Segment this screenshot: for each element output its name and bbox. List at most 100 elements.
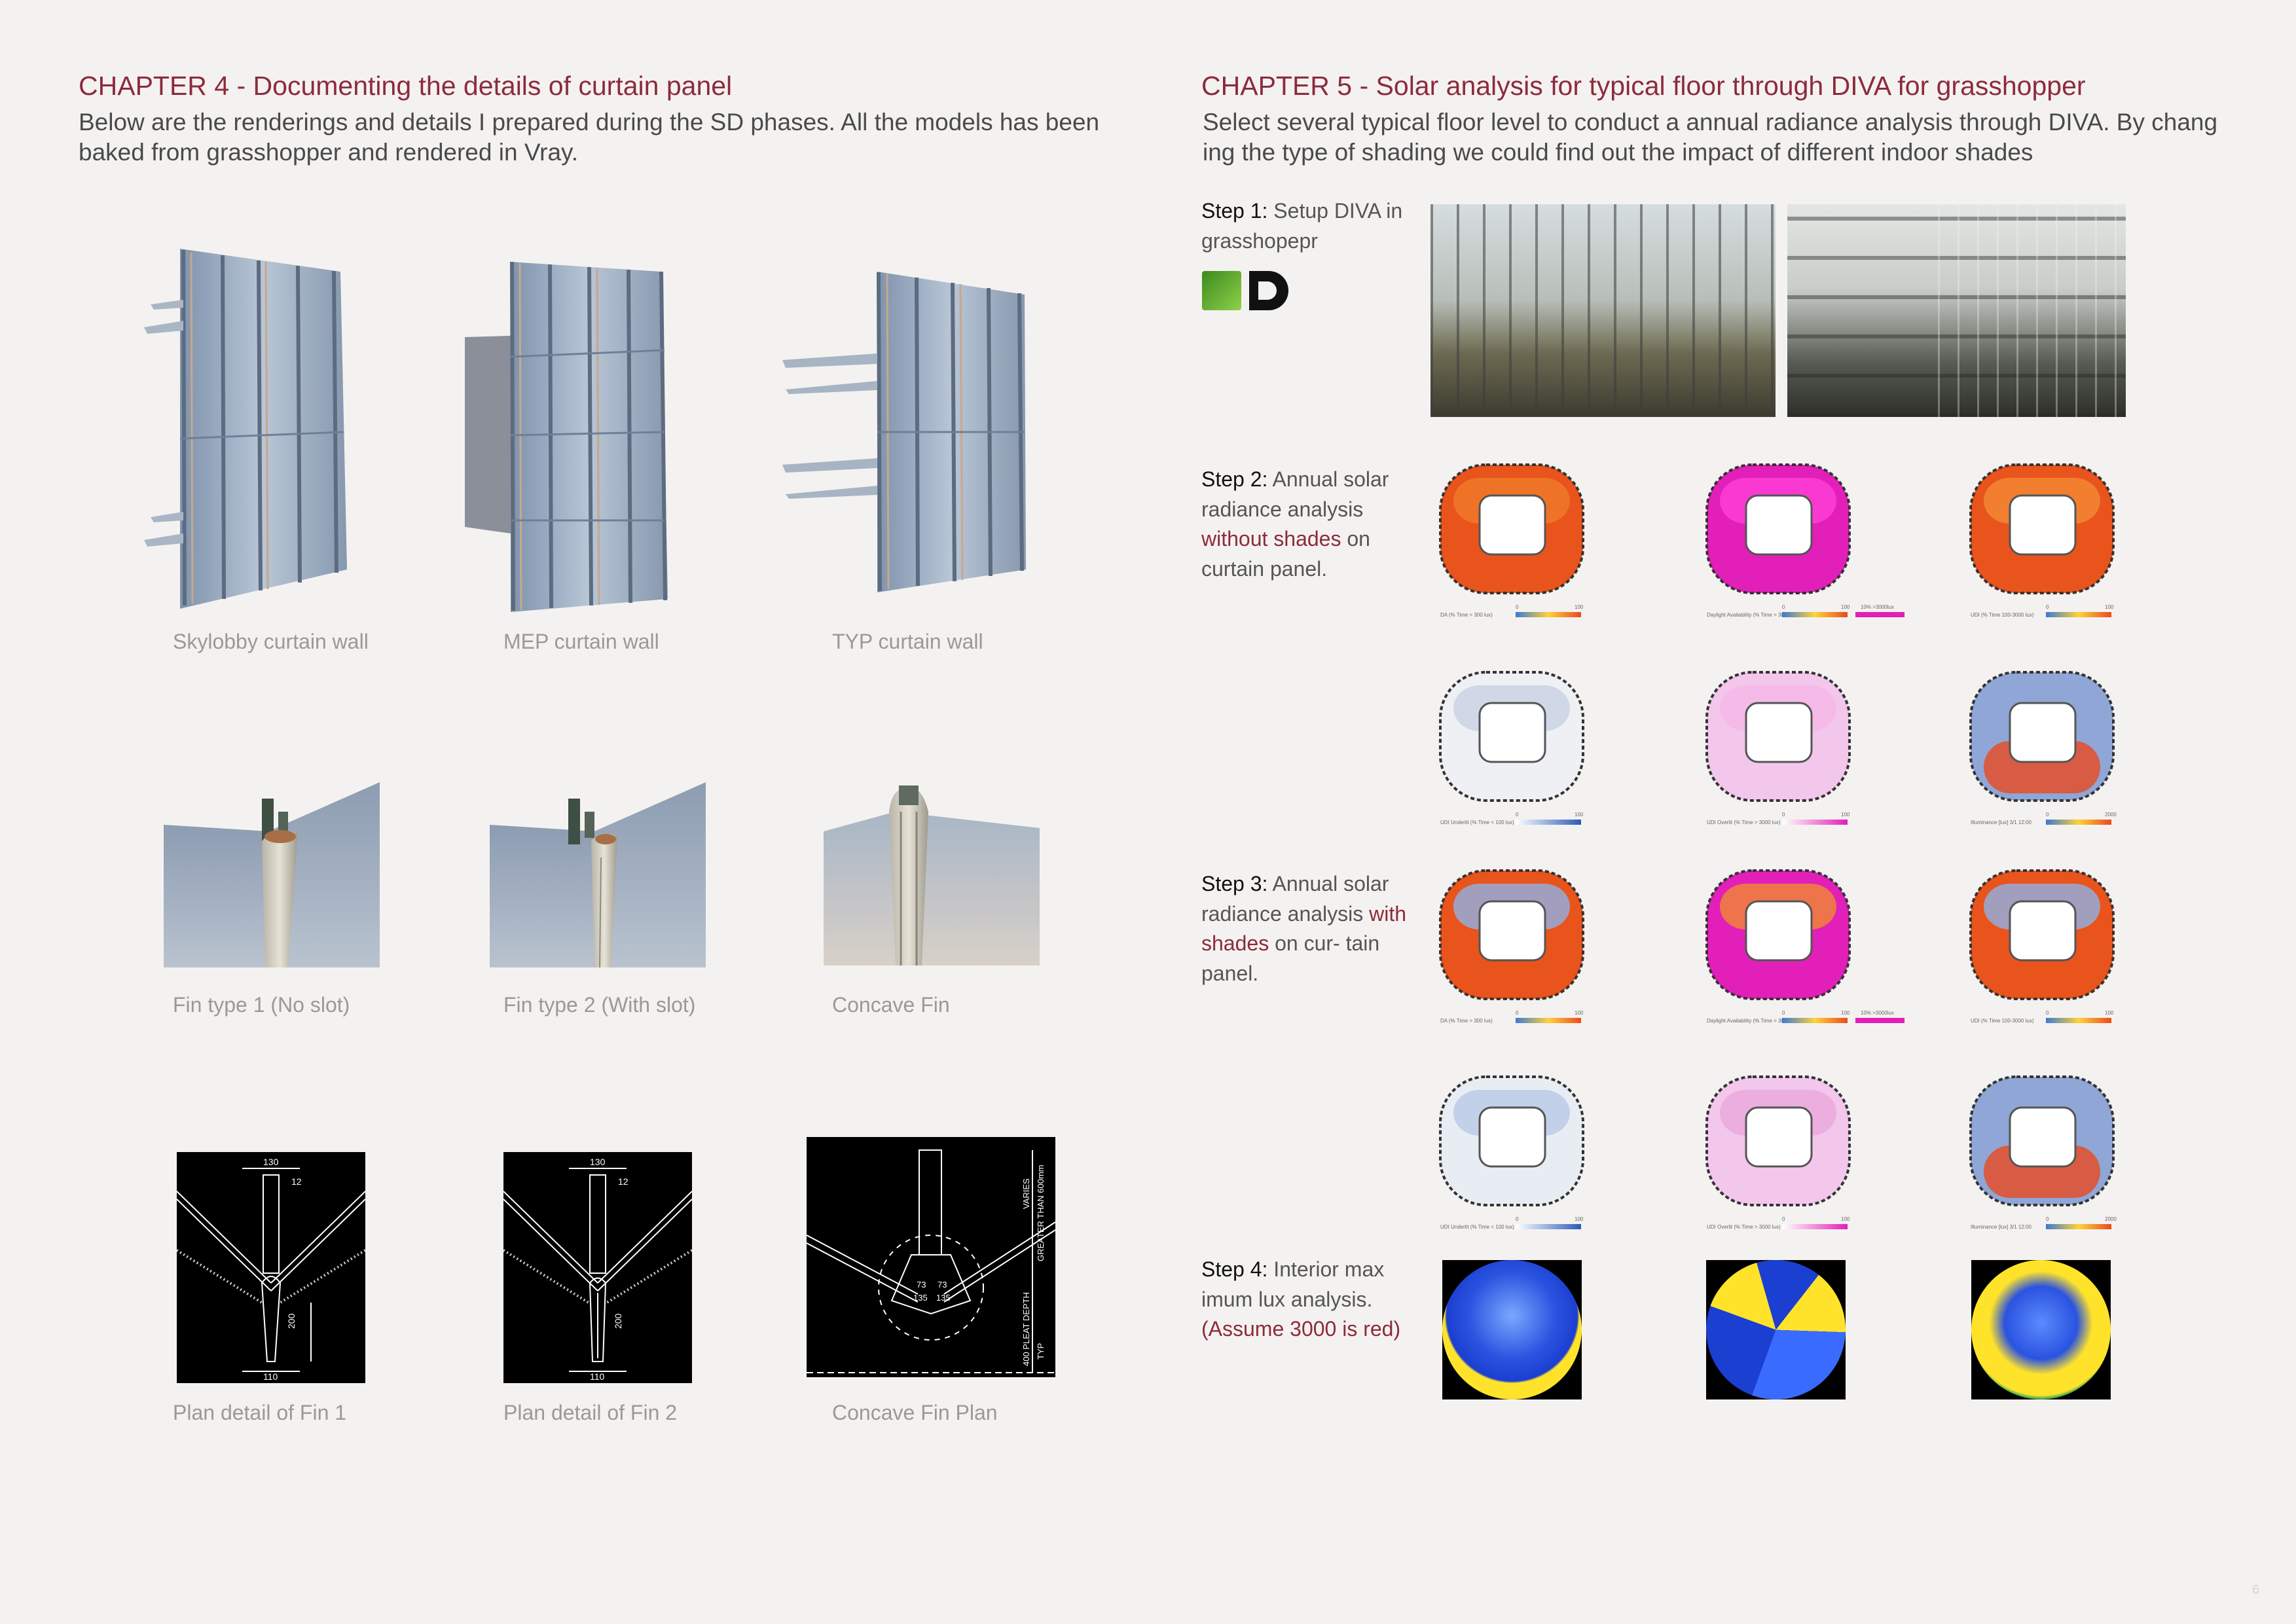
dim-135a: 135 [913, 1293, 928, 1303]
analysis-legend-min: 0 [2046, 1010, 2049, 1016]
analysis-plan-r2-c1 [1439, 671, 1584, 802]
analysis-legend-bar [1516, 612, 1581, 617]
caption-mep: MEP curtain wall [503, 630, 659, 653]
analysis-legend-label: UDI Overlit (% Time > 3000 lux) [1707, 820, 1781, 825]
diva-logo-icon [1249, 271, 1288, 310]
step2-label: Step 2: [1201, 467, 1268, 491]
plan-core [2009, 1106, 2077, 1168]
fisheye-2 [1706, 1260, 1846, 1399]
grasshopper-logo-icon [1202, 271, 1241, 310]
dim-73a: 73 [917, 1280, 926, 1290]
chapter5-title: CHAPTER 5 - Solar analysis for typical f… [1201, 71, 2086, 101]
analysis-legend-max: 100 [2105, 1010, 2114, 1016]
chapter4-description: Below are the renderings and details I p… [79, 109, 1100, 166]
step1-label: Step 1: [1201, 199, 1268, 223]
caption-plan3: Concave Fin Plan [832, 1401, 998, 1424]
analysis-legend-min: 0 [1782, 604, 1785, 610]
analysis-legend-min: 0 [1782, 812, 1785, 818]
plan-core [1745, 900, 1813, 962]
fin-type2-render [490, 782, 706, 967]
analysis-plan-r3-c2 [1705, 869, 1851, 1000]
step3-label: Step 3: [1201, 872, 1268, 895]
analysis-plan-r3-c1 [1439, 869, 1584, 1000]
step2-text: Step 2: Annual solar radiance analysis w… [1201, 465, 1417, 584]
analysis-legend-bar [2046, 612, 2111, 617]
analysis-legend-min: 0 [1782, 1010, 1785, 1016]
dim-pleat: 400 PLEAT DEPTH [1021, 1292, 1031, 1366]
analysis-legend-bar [1516, 820, 1581, 825]
analysis-legend-min: 0 [1516, 1010, 1519, 1016]
analysis-legend-bar [1782, 1224, 1848, 1229]
dim-200: 200 [613, 1313, 623, 1329]
analysis-legend-max: 100 [1841, 812, 1850, 818]
dim-greater: GREATER THAN 600mm [1036, 1164, 1046, 1261]
analysis-legend-min: 0 [1782, 1216, 1785, 1222]
analysis-legend-min: 0 [2046, 1216, 2049, 1222]
plan-core [1745, 1106, 1813, 1168]
plan-core [2009, 900, 2077, 962]
analysis-legend-max: 100 [1841, 604, 1850, 610]
dim-top: 130 [263, 1157, 279, 1167]
caption-concave: Concave Fin [832, 993, 950, 1017]
analysis-legend-max: 100 [1841, 1216, 1850, 1222]
analysis-legend-label: DA (% Time > 300 lux) [1440, 1018, 1493, 1024]
fisheye-3 [1971, 1260, 2111, 1399]
chapter4-title: CHAPTER 4 - Documenting the details of c… [79, 71, 733, 101]
mep-render [465, 261, 668, 612]
step4-text: Step 4: Interior max imum lux analysis. … [1201, 1255, 1417, 1344]
analysis-legend-max: 100 [1575, 604, 1584, 610]
plan-core [2009, 494, 2077, 556]
analysis-legend-label: DA (% Time > 300 lux) [1440, 612, 1493, 618]
analysis-legend-min: 0 [2046, 812, 2049, 818]
dim-200: 200 [286, 1313, 297, 1329]
chapter5-description: Select several typical floor level to co… [1203, 109, 2218, 166]
dim-135b: 135 [936, 1293, 951, 1303]
page-number: 6 [2252, 1583, 2260, 1597]
analysis-legend-label: UDI Underlit (% Time < 100 lux) [1440, 820, 1514, 825]
analysis-plan-r4-c2 [1705, 1075, 1851, 1206]
analysis-legend-overlit-swatch [1855, 1018, 1904, 1023]
plan-core [1745, 494, 1813, 556]
step4-highlight: (Assume 3000 is red) [1201, 1317, 1401, 1341]
analysis-legend-max: 2000 [2105, 812, 2117, 818]
analysis-legend-min: 0 [1516, 604, 1519, 610]
analysis-plan-r4-c1 [1439, 1075, 1584, 1206]
typ-render [782, 272, 1026, 592]
plan-core [1478, 494, 1546, 556]
analysis-legend-max: 2000 [2105, 1216, 2117, 1222]
caption-plan1: Plan detail of Fin 1 [173, 1401, 347, 1424]
analysis-legend-label: UDI (% Time 100-3000 lux) [1971, 1018, 2034, 1024]
dim-typ: TYP [1036, 1343, 1046, 1360]
analysis-legend-bar [1782, 612, 1848, 617]
analysis-legend-label: UDI Overlit (% Time > 3000 lux) [1707, 1224, 1781, 1230]
analysis-legend-label: UDI Underlit (% Time < 100 lux) [1440, 1224, 1514, 1230]
caption-skylobby: Skylobby curtain wall [173, 630, 369, 653]
analysis-legend-min: 0 [1516, 1216, 1519, 1222]
analysis-legend-bar [1516, 1224, 1581, 1229]
analysis-legend-min: 0 [2046, 604, 2049, 610]
analysis-legend-bar [1516, 1018, 1581, 1023]
plan-core [2009, 702, 2077, 763]
analysis-plan-r2-c2 [1705, 671, 1851, 802]
analysis-legend-bar [2046, 820, 2111, 825]
analysis-legend-bar [1782, 820, 1848, 825]
caption-typ: TYP curtain wall [832, 630, 983, 653]
skylobby-render [144, 249, 347, 609]
analysis-legend-max: 100 [1841, 1010, 1850, 1016]
dim-bottom: 110 [590, 1371, 605, 1382]
caption-fin2: Fin type 2 (With slot) [503, 993, 696, 1017]
analysis-legend-label: Illuminance [lux] 3/1 12:00 [1971, 820, 2032, 825]
analysis-plan-r1-c2 [1705, 463, 1851, 594]
analysis-legend-overlit-label: 10% >3000lux [1861, 604, 1894, 610]
caption-plan2: Plan detail of Fin 2 [503, 1401, 678, 1424]
analysis-plan-r1-c1 [1439, 463, 1584, 594]
dim-12: 12 [618, 1176, 629, 1187]
fisheye-1 [1442, 1260, 1582, 1399]
fin-type1-render [164, 782, 380, 967]
analysis-legend-bar [2046, 1224, 2111, 1229]
step3-text: Step 3: Annual solar radiance analysis w… [1201, 869, 1417, 988]
analysis-plan-r4-c3 [1969, 1075, 2115, 1206]
plan-detail-fin2: 130 12 200 110 [503, 1152, 692, 1383]
plan-core [1478, 1106, 1546, 1168]
dim-top: 130 [590, 1157, 606, 1167]
